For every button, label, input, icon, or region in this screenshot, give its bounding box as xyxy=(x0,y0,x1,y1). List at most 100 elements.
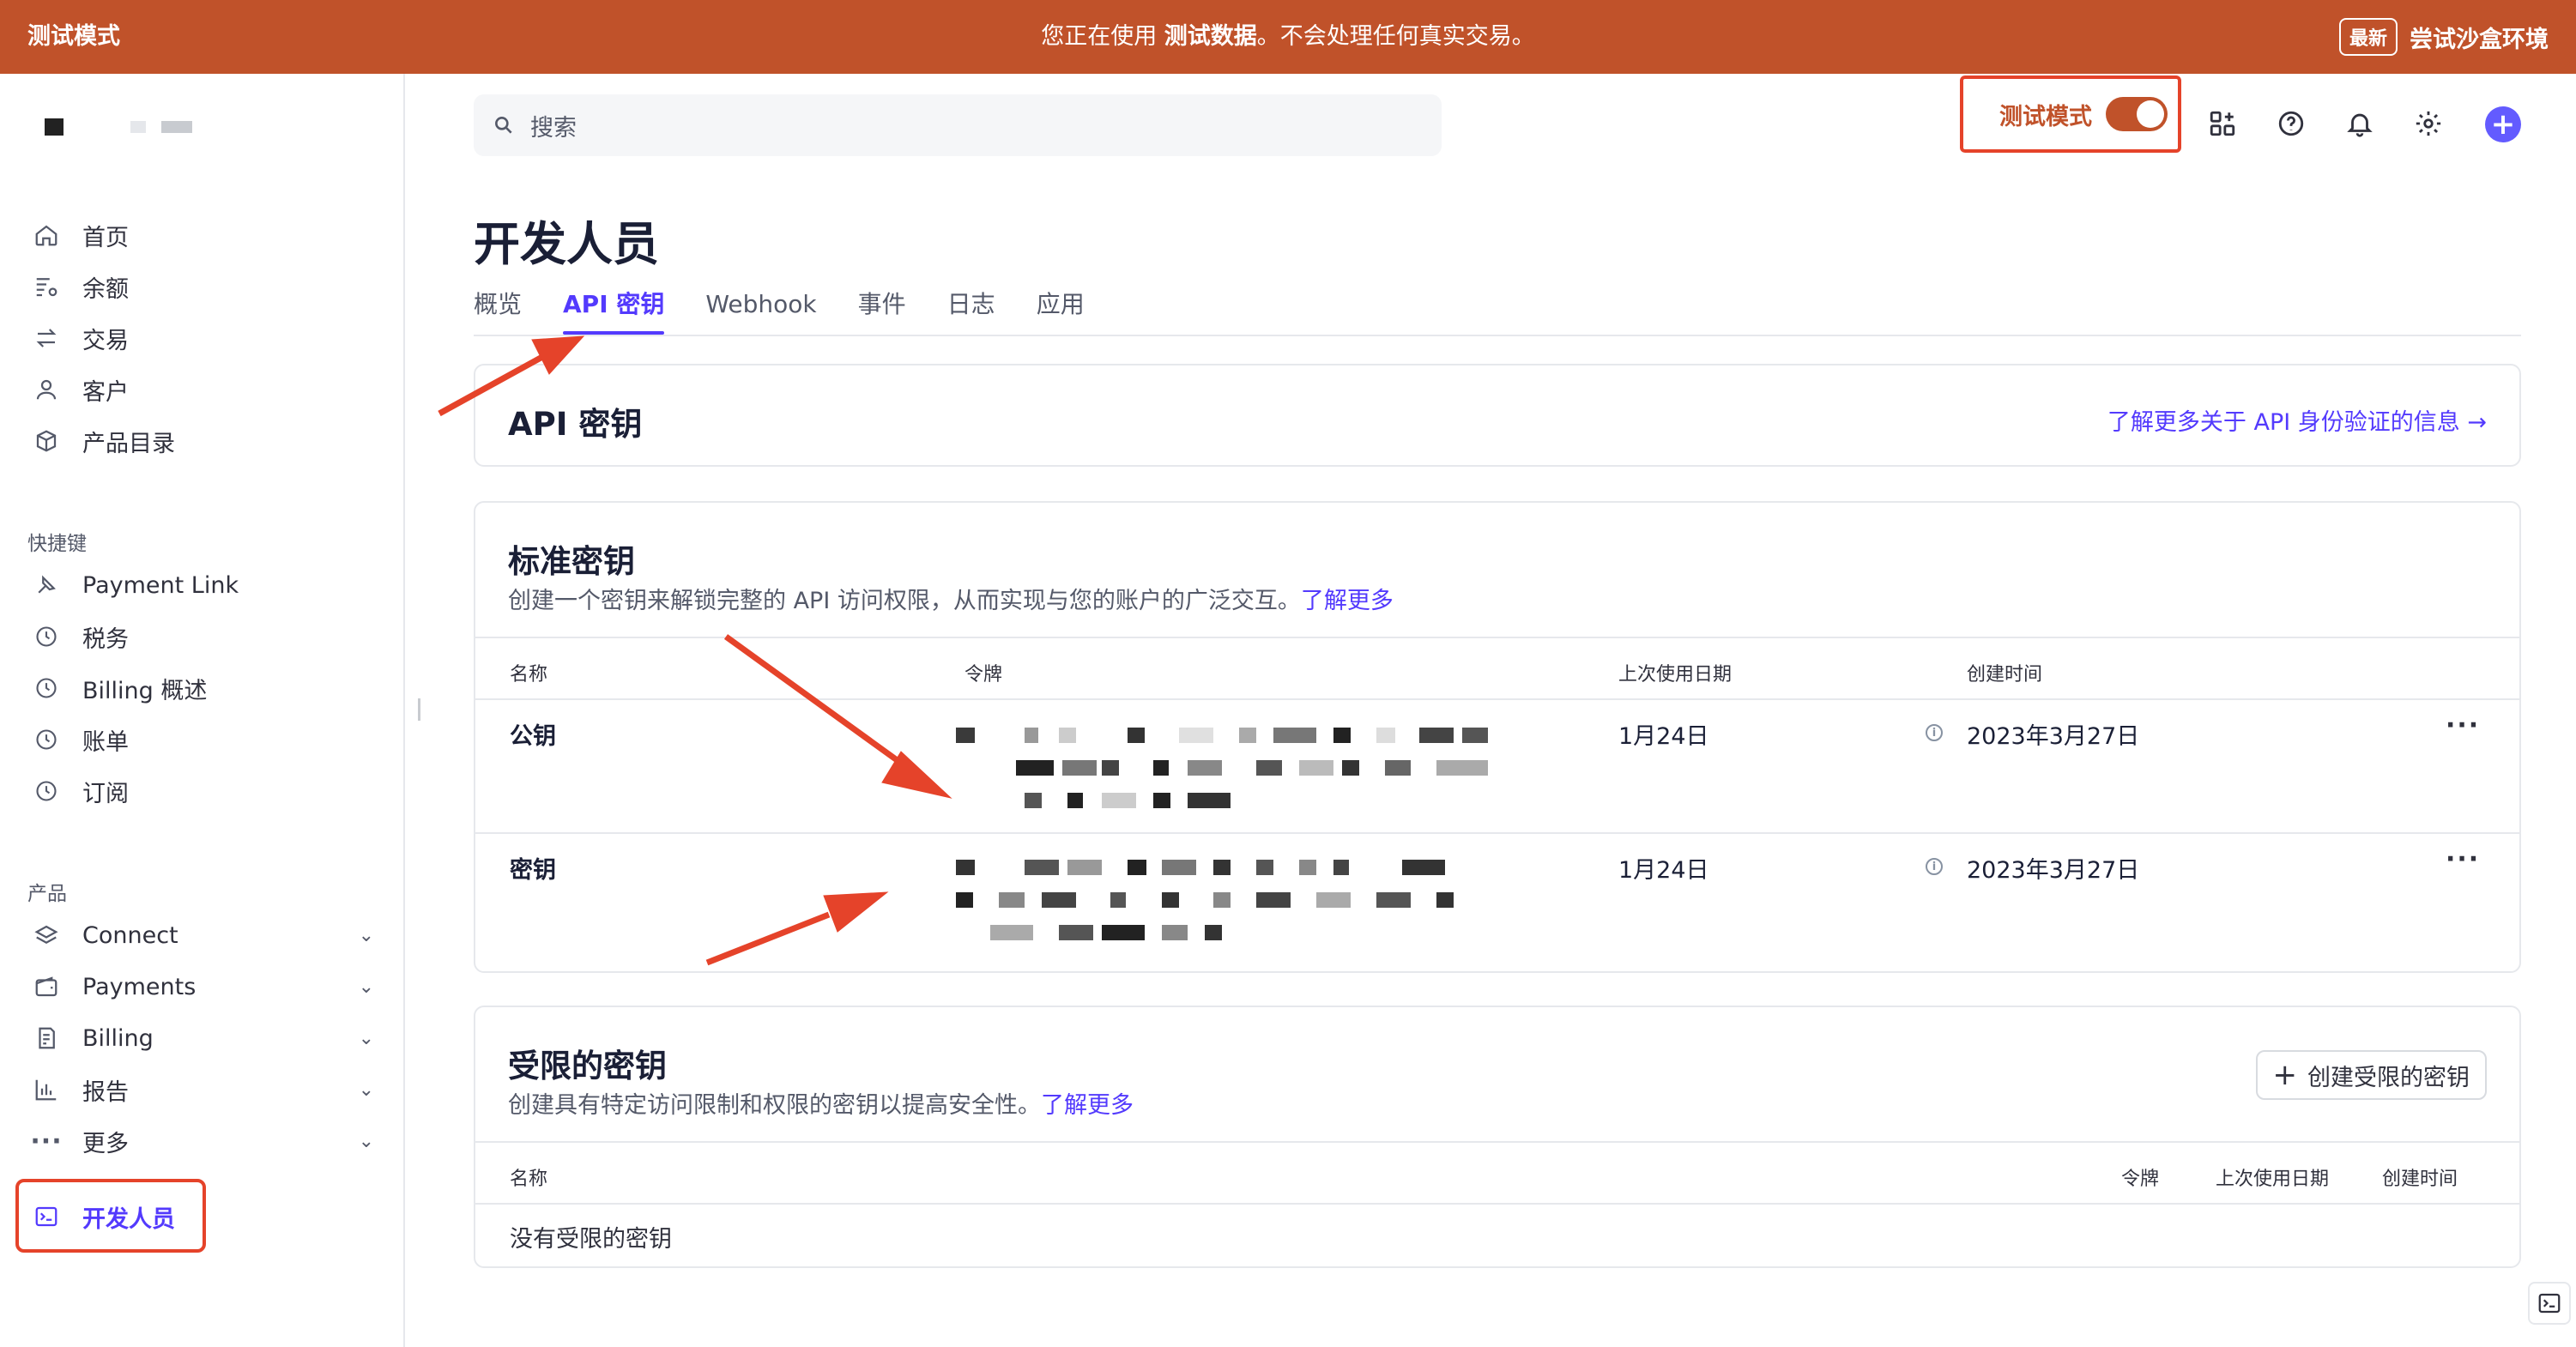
sidebar-item-developers[interactable]: 开发人员 xyxy=(31,1193,175,1241)
row-actions-icon[interactable]: ··· xyxy=(2446,710,2480,740)
sidebar-item-reports[interactable]: 报告 ⌄ xyxy=(31,1066,374,1114)
test-mode-toggle[interactable] xyxy=(2106,97,2168,131)
section-description: 创建一个密钥来解锁完整的 API 访问权限，从而实现与您的账户的广泛交互。了解更… xyxy=(508,588,1394,614)
api-keys-header-card: API 密钥 了解更多关于 API 身份验证的信息 → xyxy=(474,364,2521,467)
key-name: 密钥 xyxy=(510,857,556,884)
create-plus-icon[interactable]: + xyxy=(2485,106,2521,142)
standard-keys-card: 标准密钥 创建一个密钥来解锁完整的 API 访问权限，从而实现与您的账户的广泛交… xyxy=(474,501,2521,973)
sidebar-item-label: 首页 xyxy=(82,224,129,251)
sidebar-item-billing-overview[interactable]: Billing 概述 xyxy=(31,664,374,712)
divider xyxy=(475,637,2519,638)
chevron-down-icon[interactable]: ⌄ xyxy=(359,1079,374,1101)
test-mode-label: 测试模式 xyxy=(1999,103,2092,130)
sidebar-item-label: Billing xyxy=(82,1024,154,1052)
info-icon[interactable]: i xyxy=(1926,858,1943,875)
section-title: API 密钥 xyxy=(508,406,643,443)
tab-apps[interactable]: 应用 xyxy=(1037,287,1085,335)
tab-bar: 概览 API 密钥 Webhook 事件 日志 应用 xyxy=(474,287,1085,335)
account-name-redacted xyxy=(130,121,146,133)
home-icon xyxy=(31,220,62,251)
chevron-down-icon[interactable]: ⌄ xyxy=(359,1131,374,1152)
learn-more-link[interactable]: 了解更多 xyxy=(1301,588,1394,614)
section-description: 创建具有特定访问限制和权限的密钥以提高安全性。了解更多 xyxy=(508,1092,1134,1119)
sidebar-item-invoices[interactable]: 账单 xyxy=(31,716,374,764)
sidebar-item-label: 订阅 xyxy=(82,780,129,807)
bar-chart-icon xyxy=(31,1074,62,1105)
gear-icon[interactable] xyxy=(2410,105,2447,142)
bell-icon[interactable] xyxy=(2341,105,2379,142)
sidebar-item-label: 报告 xyxy=(82,1078,129,1106)
redacted-token[interactable] xyxy=(956,728,1522,831)
tab-events[interactable]: 事件 xyxy=(858,287,906,335)
sidebar-item-home[interactable]: 首页 xyxy=(31,211,374,259)
column-header: 上次使用日期 xyxy=(2216,1169,2330,1190)
last-used-date: 1月24日 xyxy=(1618,857,1709,884)
sidebar-item-label: 客户 xyxy=(82,378,129,406)
sidebar-item-subscriptions[interactable]: 订阅 xyxy=(31,767,374,815)
sidebar-item-more[interactable]: ··· 更多 ⌄ xyxy=(30,1117,374,1165)
column-header: 创建时间 xyxy=(2382,1169,2458,1190)
sidebar-item-billing[interactable]: Billing ⌄ xyxy=(31,1014,374,1062)
chevron-down-icon[interactable]: ⌄ xyxy=(359,925,374,946)
key-name: 公钥 xyxy=(510,723,556,750)
sandbox-link-label[interactable]: 尝试沙盒环境 xyxy=(2410,21,2549,54)
sidebar-resize-handle[interactable] xyxy=(418,698,420,721)
search-input[interactable]: 搜索 xyxy=(474,94,1442,156)
clock-icon xyxy=(31,673,62,704)
sidebar-item-payment-link[interactable]: Payment Link xyxy=(31,561,374,609)
layers-icon xyxy=(31,920,62,951)
column-header: 令牌 xyxy=(2121,1169,2160,1190)
sidebar-item-label: 更多 xyxy=(82,1130,129,1157)
learn-more-link[interactable]: 了解更多 xyxy=(1041,1092,1134,1119)
terminal-shell-icon[interactable] xyxy=(2528,1282,2571,1325)
tab-overview[interactable]: 概览 xyxy=(474,287,522,335)
restricted-keys-card: 受限的密钥 创建具有特定访问限制和权限的密钥以提高安全性。了解更多 + 创建受限… xyxy=(474,1006,2521,1268)
sidebar-item-tax[interactable]: 税务 xyxy=(31,613,374,661)
sandbox-link[interactable]: 最新 尝试沙盒环境 xyxy=(2338,0,2549,74)
last-used-date: 1月24日 xyxy=(1618,723,1709,750)
page-title: 开发人员 xyxy=(474,217,659,271)
product-catalog-icon xyxy=(31,426,62,456)
info-icon[interactable]: i xyxy=(1926,724,1943,741)
create-restricted-key-button[interactable]: + 创建受限的密钥 xyxy=(2255,1050,2487,1100)
test-mode-toggle-group[interactable]: 测试模式 xyxy=(1960,76,2181,153)
more-dots-icon: ··· xyxy=(30,1126,63,1157)
button-label: 创建受限的密钥 xyxy=(2307,1064,2470,1091)
chevron-down-icon[interactable]: ⌄ xyxy=(359,1028,374,1049)
help-icon[interactable] xyxy=(2272,105,2310,142)
tab-logs[interactable]: 日志 xyxy=(947,287,995,335)
sidebar-item-label: Payment Link xyxy=(82,571,239,599)
tab-webhook[interactable]: Webhook xyxy=(705,287,816,335)
sidebar-item-label: Billing 概述 xyxy=(82,677,208,704)
products-section-label: 产品 xyxy=(27,883,67,905)
clock-icon xyxy=(31,724,62,755)
learn-more-api-auth-link[interactable]: 了解更多关于 API 身份验证的信息 → xyxy=(2107,403,2487,437)
sidebar-item-balance[interactable]: 余额 xyxy=(31,263,374,311)
sidebar-item-customers[interactable]: 客户 xyxy=(31,365,374,414)
sidebar-item-label: Payments xyxy=(82,973,197,1000)
sidebar-item-connect[interactable]: Connect ⌄ xyxy=(31,911,374,959)
column-header: 上次使用日期 xyxy=(1618,664,1732,686)
sidebar-item-label: 余额 xyxy=(82,275,129,303)
clock-icon xyxy=(31,621,62,652)
tabs-divider xyxy=(474,335,2521,336)
sidebar-item-label: 账单 xyxy=(82,728,129,756)
shortcuts-section-label: 快捷键 xyxy=(27,533,87,555)
account-logo[interactable] xyxy=(45,118,192,136)
redacted-token[interactable] xyxy=(956,855,1522,957)
sidebar-item-payments[interactable]: Payments ⌄ xyxy=(31,963,374,1011)
sidebar-item-product-catalog[interactable]: 产品目录 xyxy=(31,417,374,465)
terminal-icon xyxy=(31,1201,62,1232)
apps-icon[interactable] xyxy=(2204,105,2241,142)
sidebar-item-transactions[interactable]: 交易 xyxy=(31,314,374,362)
divider xyxy=(475,1141,2519,1143)
tab-api-keys[interactable]: API 密钥 xyxy=(563,287,665,335)
created-date: 2023年3月27日 xyxy=(1967,723,2140,750)
empty-state-text: 没有受限的密钥 xyxy=(510,1226,672,1253)
row-actions-icon[interactable]: ··· xyxy=(2446,844,2480,874)
column-header: 创建时间 xyxy=(1967,664,2043,686)
billing-icon xyxy=(31,1023,62,1054)
sidebar-item-label: 开发人员 xyxy=(82,1205,175,1233)
chevron-down-icon[interactable]: ⌄ xyxy=(359,976,374,998)
new-badge: 最新 xyxy=(2338,18,2398,56)
